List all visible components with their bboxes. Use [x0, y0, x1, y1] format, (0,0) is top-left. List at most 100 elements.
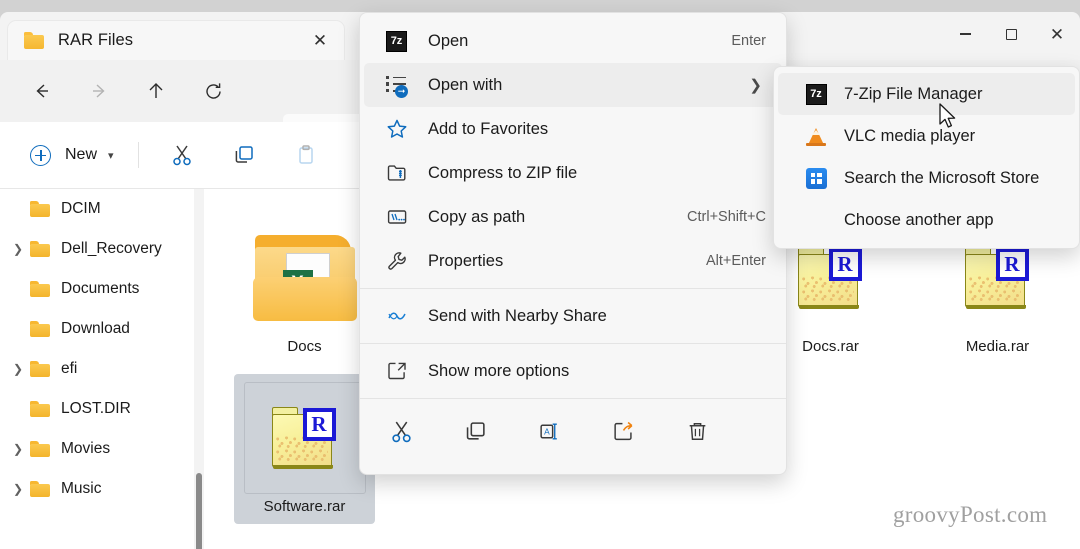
rename-button[interactable]: A — [522, 420, 576, 443]
paste-button[interactable] — [287, 136, 325, 174]
copy-icon — [235, 146, 253, 163]
menu-item-add-to-favorites[interactable]: Add to Favorites — [364, 107, 782, 151]
quick-actions-row: A — [360, 404, 786, 458]
minimize-button[interactable] — [942, 12, 988, 56]
file-name: Media.rar — [965, 338, 1030, 355]
folder-icon — [30, 401, 50, 417]
folder-icon — [30, 481, 50, 497]
file-name: Docs — [287, 338, 322, 355]
folder-icon — [30, 241, 50, 257]
window-controls: ✕ — [942, 12, 1080, 56]
nearby-share-icon — [386, 305, 412, 327]
forward-button[interactable] — [79, 74, 119, 108]
share-icon — [613, 421, 632, 440]
sidebar-item[interactable]: Documents — [0, 269, 204, 309]
submenu-chevron-icon: ❯ — [749, 77, 762, 94]
file-thumbnail: X — [244, 222, 366, 334]
sidebar-item[interactable]: LOST.DIR — [0, 389, 204, 429]
cut-icon — [391, 421, 411, 442]
svg-text:A: A — [544, 426, 550, 436]
new-button[interactable]: New ▾ — [24, 137, 120, 173]
back-button[interactable] — [22, 74, 62, 108]
submenu-item-choose-another-app[interactable]: Choose another app — [778, 199, 1075, 241]
menu-item-label: Add to Favorites — [428, 119, 549, 138]
menu-item-open-with[interactable]: ➞ Open with ❯ — [364, 63, 782, 107]
submenu-item-7zip[interactable]: 7z 7-Zip File Manager — [778, 73, 1075, 115]
tab-close-icon[interactable]: ✕ — [306, 27, 334, 55]
menu-item-label: Properties — [428, 251, 504, 270]
menu-item-send-with-nearby-share[interactable]: Send with Nearby Share — [364, 294, 782, 338]
plus-circle-icon — [30, 144, 51, 166]
navigation-pane[interactable]: DCIM ❯ Dell_Recovery Documents Download … — [0, 189, 204, 549]
tab-title: RAR Files — [58, 31, 134, 49]
sidebar-item-label: Download — [61, 320, 130, 337]
context-menu: 7z Open Enter ➞ Open with ❯ Add to Favor… — [359, 12, 787, 475]
copy-button[interactable] — [448, 420, 502, 443]
refresh-button[interactable] — [193, 74, 233, 108]
submenu-item-microsoft-store[interactable]: Search the Microsoft Store — [778, 157, 1075, 199]
folder-icon — [30, 361, 50, 377]
sidebar-scrollbar-thumb[interactable] — [196, 473, 202, 549]
sevenzip-icon: 7z — [386, 30, 412, 52]
cut-button[interactable] — [374, 420, 428, 443]
folder-icon — [30, 441, 50, 457]
maximize-button[interactable] — [988, 12, 1034, 56]
delete-button[interactable] — [670, 420, 724, 443]
refresh-icon — [205, 82, 221, 99]
menu-item-label: Send with Nearby Share — [428, 306, 607, 325]
zip-folder-icon — [386, 162, 412, 184]
submenu-item-vlc[interactable]: VLC media player — [778, 115, 1075, 157]
maximize-icon — [1005, 28, 1017, 40]
copy-button[interactable] — [225, 136, 263, 174]
expand-chevron-icon[interactable]: ❯ — [6, 362, 30, 376]
wrench-icon — [386, 250, 412, 272]
up-button[interactable] — [136, 74, 176, 108]
file-tile-software-rar[interactable]: R Software.rar — [234, 374, 375, 524]
file-tile-docs[interactable]: X Docs — [234, 214, 375, 364]
close-button[interactable]: ✕ — [1034, 12, 1080, 56]
sidebar-item[interactable]: Download — [0, 309, 204, 349]
cut-button[interactable] — [163, 136, 201, 174]
screenshot-root: RAR Files ✕ ✕ New ▾ DCIM ❯ Dell_Recovery… — [0, 0, 1080, 549]
submenu-item-label: Choose another app — [844, 210, 994, 229]
menu-item-properties[interactable]: Properties Alt+Enter — [364, 239, 782, 283]
back-arrow-icon — [36, 84, 48, 98]
show-more-options-icon — [386, 360, 412, 382]
sidebar-item[interactable]: ❯ Movies — [0, 429, 204, 469]
chevron-down-icon[interactable]: ▾ — [108, 149, 114, 162]
menu-item-label: Show more options — [428, 361, 570, 380]
sidebar-item[interactable]: DCIM — [0, 189, 204, 229]
open-with-icon: ➞ — [386, 75, 412, 98]
menu-item-open[interactable]: 7z Open Enter — [364, 19, 782, 63]
minimize-icon — [959, 33, 971, 35]
sidebar-item-label: DCIM — [61, 200, 101, 217]
menu-item-show-more-options[interactable]: Show more options — [364, 349, 782, 393]
menu-item-shortcut: Enter — [731, 33, 766, 49]
menu-item-shortcut: Alt+Enter — [705, 253, 766, 269]
sidebar-item-label: efi — [61, 360, 78, 377]
file-thumbnail: R — [243, 382, 366, 494]
folder-icon — [30, 201, 50, 217]
share-button[interactable] — [596, 420, 650, 443]
sidebar-item-label: LOST.DIR — [61, 400, 131, 417]
tab-rar-files[interactable]: RAR Files ✕ — [8, 21, 344, 60]
menu-item-label: Compress to ZIP file — [428, 163, 578, 182]
sidebar-item[interactable]: ❯ Music — [0, 469, 204, 509]
menu-item-compress-to-zip[interactable]: Compress to ZIP file — [364, 151, 782, 195]
expand-chevron-icon[interactable]: ❯ — [6, 442, 30, 456]
menu-item-copy-as-path[interactable]: Copy as path Ctrl+Shift+C — [364, 195, 782, 239]
new-button-label: New — [65, 146, 98, 163]
menu-item-label: Copy as path — [428, 207, 526, 226]
scissors-icon — [172, 145, 191, 166]
menu-item-label: Open — [428, 31, 469, 50]
sidebar-item[interactable]: ❯ efi — [0, 349, 204, 389]
expand-chevron-icon[interactable]: ❯ — [6, 482, 30, 496]
delete-icon — [689, 422, 705, 440]
sidebar-item[interactable]: ❯ Dell_Recovery — [0, 229, 204, 269]
rename-icon: A — [539, 423, 557, 439]
star-icon — [386, 118, 412, 140]
expand-chevron-icon[interactable]: ❯ — [6, 242, 30, 256]
rar-archive-icon: R — [963, 247, 1033, 309]
sidebar-item-label: Movies — [61, 440, 111, 457]
sevenzip-icon: 7z — [804, 83, 828, 105]
